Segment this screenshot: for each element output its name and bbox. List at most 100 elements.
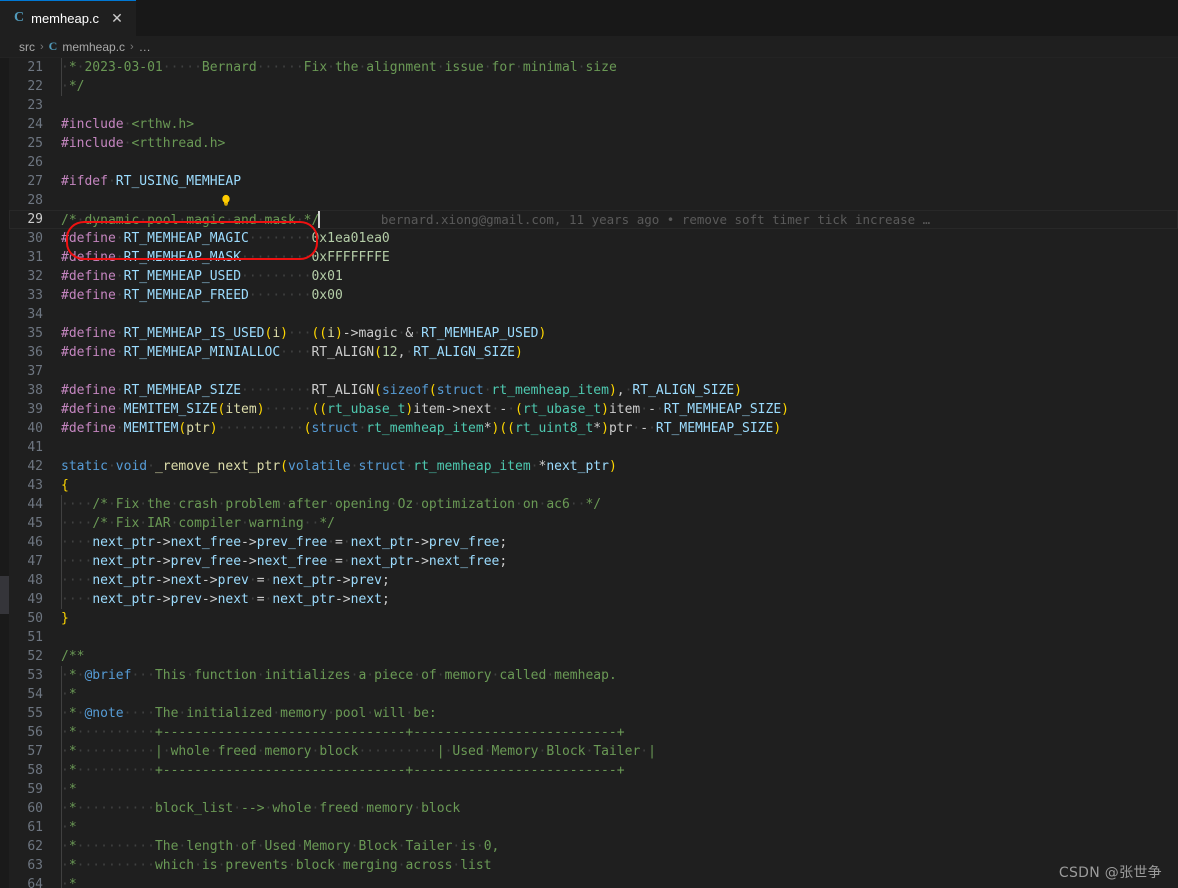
line-content[interactable]: #define·RT_MEMHEAP_MAGIC········0x1ea01e… (61, 229, 1178, 248)
code-line[interactable]: 30 #define·RT_MEMHEAP_MAGIC········0x1ea… (9, 229, 1178, 248)
code-line[interactable]: 51 (9, 628, 1178, 647)
code-line[interactable]: 36 #define·RT_MEMHEAP_MINIALLOC····RT_AL… (9, 343, 1178, 362)
line-content[interactable]: ····next_ptr->next->prev·=·next_ptr->pre… (61, 571, 1178, 590)
breadcrumb-item-file[interactable]: memheap.c (62, 40, 125, 54)
code-line[interactable]: 54 ·* (9, 685, 1178, 704)
line-content[interactable]: #define·MEMITEM(ptr)···········(struct·r… (61, 419, 1178, 438)
line-number: 30 (27, 231, 43, 246)
line-content[interactable]: ····next_ptr->prev_free->next_free·=·nex… (61, 552, 1178, 571)
code-line[interactable]: 24 #include·<rthw.h> (9, 115, 1178, 134)
line-number: 60 (27, 801, 43, 816)
line-content[interactable]: { (61, 476, 1178, 495)
code-content[interactable]: 21 ·*·2023-03-01·····Bernard······Fix·th… (9, 58, 1178, 888)
code-line[interactable]: 41 (9, 438, 1178, 457)
vertical-scrollbar-thumb[interactable] (0, 576, 9, 614)
code-line[interactable]: 47 ····next_ptr->prev_free->next_free·=·… (9, 552, 1178, 571)
line-content[interactable]: ·*·@note····The·initialized·memory·pool·… (61, 704, 1178, 723)
code-line[interactable]: 56 ·*··········+------------------------… (9, 723, 1178, 742)
line-content[interactable]: #include·<rthw.h> (61, 115, 1178, 134)
line-number: 29 (27, 212, 43, 227)
line-content[interactable]: ·* (61, 685, 1178, 704)
code-line[interactable]: 32 #define·RT_MEMHEAP_USED·········0x01 (9, 267, 1178, 286)
line-content[interactable]: #define·RT_MEMHEAP_MASK·········0xFFFFFF… (61, 248, 1178, 267)
tab-memheap-c[interactable]: C memheap.c ✕ (0, 0, 137, 36)
code-line[interactable]: 37 (9, 362, 1178, 381)
code-line[interactable]: 22 ·*/ (9, 77, 1178, 96)
code-line[interactable]: 34 (9, 305, 1178, 324)
code-line[interactable]: 43 { (9, 476, 1178, 495)
close-icon[interactable]: ✕ (109, 11, 125, 25)
line-content[interactable]: #define·MEMITEM_SIZE(item)······((rt_uba… (61, 400, 1178, 419)
code-line[interactable]: 45 ····/*·Fix·IAR·compiler·warning··*/ (9, 514, 1178, 533)
code-line[interactable]: 48 ····next_ptr->next->prev·=·next_ptr->… (9, 571, 1178, 590)
line-content[interactable]: ·*··········+---------------------------… (61, 723, 1178, 742)
code-line[interactable]: 59 ·* (9, 780, 1178, 799)
line-content[interactable]: ·*··········block_list·-->·whole·freed·m… (61, 799, 1178, 818)
code-line-active[interactable]: 29 /*·dynamic·pool·magic·and·mask·*/bern… (9, 210, 1178, 229)
line-number: 41 (27, 440, 43, 455)
code-line[interactable]: 49 ····next_ptr->prev->next·=·next_ptr->… (9, 590, 1178, 609)
breadcrumb-item-symbol[interactable]: … (139, 40, 151, 54)
line-content[interactable]: ····/*·Fix·the·crash·problem·after·openi… (61, 495, 1178, 514)
line-number: 63 (27, 858, 43, 873)
line-content[interactable]: ·* (61, 780, 1178, 799)
code-line[interactable]: 23 (9, 96, 1178, 115)
code-line[interactable]: 64 ·* (9, 875, 1178, 888)
breadcrumb-item-src[interactable]: src (19, 40, 35, 54)
code-line[interactable]: 55 ·*·@note····The·initialized·memory·po… (9, 704, 1178, 723)
line-content[interactable]: ·* (61, 875, 1178, 888)
line-content[interactable]: /*·dynamic·pool·magic·and·mask·*/bernard… (61, 210, 1178, 230)
line-content[interactable]: #define·RT_MEMHEAP_MINIALLOC····RT_ALIGN… (61, 343, 1178, 362)
line-number: 57 (27, 744, 43, 759)
git-blame-annotation[interactable]: bernard.xiong@gmail.com, 11 years ago • … (319, 212, 930, 227)
line-content[interactable]: #define·RT_MEMHEAP_SIZE·········RT_ALIGN… (61, 381, 1178, 400)
line-content[interactable]: } (61, 609, 1178, 628)
line-content[interactable]: ·* (61, 818, 1178, 837)
line-number: 52 (27, 649, 43, 664)
code-line[interactable]: 35 #define·RT_MEMHEAP_IS_USED(i)···((i)-… (9, 324, 1178, 343)
tab-label: memheap.c (31, 10, 100, 26)
line-number: 34 (27, 307, 43, 322)
code-line[interactable]: 33 #define·RT_MEMHEAP_FREED········0x00 (9, 286, 1178, 305)
code-line[interactable]: 52 /** (9, 647, 1178, 666)
code-line[interactable]: 26 (9, 153, 1178, 172)
line-content[interactable]: ·*··········+---------------------------… (61, 761, 1178, 780)
code-line[interactable]: 44 ····/*·Fix·the·crash·problem·after·op… (9, 495, 1178, 514)
code-line[interactable]: 63 ·*··········which·is·prevents·block·m… (9, 856, 1178, 875)
line-content[interactable]: #define·RT_MEMHEAP_FREED········0x00 (61, 286, 1178, 305)
code-line[interactable]: 21 ·*·2023-03-01·····Bernard······Fix·th… (9, 58, 1178, 77)
code-line[interactable]: 31 #define·RT_MEMHEAP_MASK·········0xFFF… (9, 248, 1178, 267)
line-content[interactable]: ·*··········which·is·prevents·block·merg… (61, 856, 1178, 875)
code-editor[interactable]: 21 ·*·2023-03-01·····Bernard······Fix·th… (0, 58, 1178, 888)
code-line[interactable]: 58 ·*··········+------------------------… (9, 761, 1178, 780)
code-line[interactable]: 28 (9, 191, 1178, 210)
line-content[interactable]: ····next_ptr->next_free->prev_free·=·nex… (61, 533, 1178, 552)
line-number: 45 (27, 516, 43, 531)
line-content[interactable]: ·*/ (61, 77, 1178, 96)
line-content[interactable]: ·*·2023-03-01·····Bernard······Fix·the·a… (61, 58, 1178, 77)
code-line[interactable]: 61 ·* (9, 818, 1178, 837)
code-line[interactable]: 42 static·void·_remove_next_ptr(volatile… (9, 457, 1178, 476)
code-line[interactable]: 60 ·*··········block_list·-->·whole·free… (9, 799, 1178, 818)
code-line[interactable]: 62 ·*··········The·length·of·Used·Memory… (9, 837, 1178, 856)
line-content[interactable]: ·*·@brief···This·function·initializes·a·… (61, 666, 1178, 685)
code-line[interactable]: 53 ·*·@brief···This·function·initializes… (9, 666, 1178, 685)
line-content[interactable]: #define·RT_MEMHEAP_IS_USED(i)···((i)->ma… (61, 324, 1178, 343)
line-content[interactable]: static·void·_remove_next_ptr(volatile·st… (61, 457, 1178, 476)
line-content[interactable]: ·*··········The·length·of·Used·Memory·Bl… (61, 837, 1178, 856)
code-line[interactable]: 25 #include·<rtthread.h> (9, 134, 1178, 153)
code-line[interactable]: 50 } (9, 609, 1178, 628)
line-content[interactable]: ····/*·Fix·IAR·compiler·warning··*/ (61, 514, 1178, 533)
line-content[interactable]: #define·RT_MEMHEAP_USED·········0x01 (61, 267, 1178, 286)
line-content[interactable]: ·*··········|·whole·freed·memory·block··… (61, 742, 1178, 761)
code-line[interactable]: 39 #define·MEMITEM_SIZE(item)······((rt_… (9, 400, 1178, 419)
line-number: 62 (27, 839, 43, 854)
code-line[interactable]: 38 #define·RT_MEMHEAP_SIZE·········RT_AL… (9, 381, 1178, 400)
line-content[interactable]: #include·<rtthread.h> (61, 134, 1178, 153)
lightbulb-icon[interactable] (141, 174, 230, 206)
code-line[interactable]: 57 ·*··········|·whole·freed·memory·bloc… (9, 742, 1178, 761)
line-content[interactable]: ····next_ptr->prev->next·=·next_ptr->nex… (61, 590, 1178, 609)
line-content[interactable]: /** (61, 647, 1178, 666)
code-line[interactable]: 40 #define·MEMITEM(ptr)···········(struc… (9, 419, 1178, 438)
code-line[interactable]: 46 ····next_ptr->next_free->prev_free·=·… (9, 533, 1178, 552)
